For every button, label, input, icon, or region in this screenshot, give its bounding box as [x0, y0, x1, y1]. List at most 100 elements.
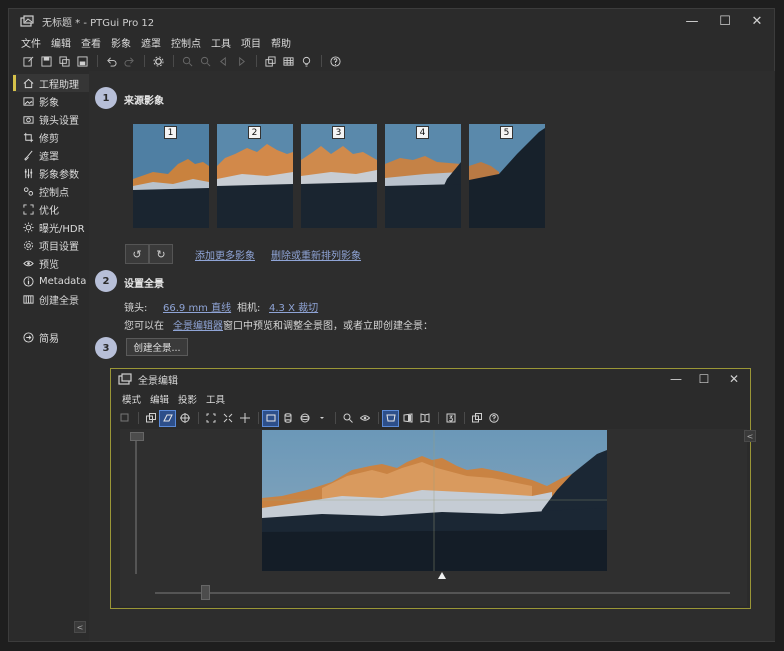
- sidebar-item-images[interactable]: 影象: [13, 92, 89, 110]
- create-panorama-button[interactable]: 创建全景...: [126, 338, 188, 356]
- help-icon[interactable]: [327, 53, 343, 69]
- editor-title: 全景编辑: [138, 375, 178, 387]
- menu-edit[interactable]: 编辑: [51, 35, 71, 50]
- window-icon[interactable]: [469, 411, 484, 426]
- editor-menu-tools[interactable]: 工具: [206, 392, 225, 406]
- sliders-icon: [23, 168, 34, 179]
- eye-icon[interactable]: [357, 411, 372, 426]
- sidebar-item-lens-settings[interactable]: 镜头设置: [13, 110, 89, 128]
- camera-value-link[interactable]: 4.3 X 裁切: [269, 299, 318, 314]
- sidebar-item-project-assistant[interactable]: 工程助理: [13, 74, 89, 92]
- editor-menu-mode[interactable]: 模式: [122, 392, 141, 406]
- panorama-preview-image[interactable]: [262, 430, 607, 571]
- toolbar-separator: [173, 55, 174, 67]
- home-icon: [23, 78, 34, 89]
- fit-icon[interactable]: [159, 409, 176, 427]
- thumbnail-image: [217, 124, 293, 228]
- toolbar-separator: [97, 55, 98, 67]
- select-icon[interactable]: [117, 411, 132, 426]
- menu-project[interactable]: 项目: [241, 35, 261, 50]
- sidebar-item-crop[interactable]: 修剪: [13, 128, 89, 146]
- panorama-editor-link[interactable]: 全景编辑器: [173, 317, 223, 332]
- menu-mask[interactable]: 遮罩: [141, 35, 161, 50]
- thumbnail-image: [301, 124, 377, 228]
- redo-icon[interactable]: [121, 53, 137, 69]
- sidebar-item-metadata[interactable]: Metadata: [13, 272, 89, 290]
- prev-icon[interactable]: [215, 53, 231, 69]
- panorama-preview-area[interactable]: <: [120, 429, 756, 606]
- sidebar-item-simple[interactable]: 简易: [13, 328, 89, 346]
- cylinder-icon[interactable]: [280, 411, 295, 426]
- collapse-sidebar-button[interactable]: <: [74, 621, 86, 633]
- projection-flat-icon[interactable]: [382, 409, 399, 427]
- toolbar-separator: [378, 412, 379, 424]
- lens-value-link[interactable]: 66.9 mm 直线: [163, 299, 231, 314]
- sphere-icon[interactable]: [297, 411, 312, 426]
- editor-maximize-button[interactable]: ☐: [689, 369, 719, 389]
- center-icon[interactable]: [177, 411, 192, 426]
- source-image-thumbnail[interactable]: 3: [301, 124, 377, 228]
- rectilinear-icon[interactable]: [262, 409, 279, 427]
- source-image-thumbnail[interactable]: 2: [217, 124, 293, 228]
- source-image-thumbnail[interactable]: 4: [385, 124, 461, 228]
- zoom-in-icon[interactable]: [179, 53, 195, 69]
- next-icon[interactable]: [233, 53, 249, 69]
- menu-images[interactable]: 影象: [111, 35, 131, 50]
- shrink-icon[interactable]: [220, 411, 235, 426]
- vertical-slider-thumb[interactable]: [130, 432, 144, 441]
- sidebar-item-image-parameters[interactable]: 影象参数: [13, 164, 89, 182]
- step-2-badge: 2: [95, 270, 117, 292]
- sidebar-item-create-panorama[interactable]: 创建全景: [13, 290, 89, 308]
- sun-icon: [23, 221, 34, 233]
- menu-tools[interactable]: 工具: [211, 35, 231, 50]
- minimize-button[interactable]: —: [675, 9, 709, 33]
- menu-view[interactable]: 查看: [81, 35, 101, 50]
- panorama-editor-icon[interactable]: [262, 53, 278, 69]
- sidebar-item-optimize[interactable]: 优化: [13, 200, 89, 218]
- undo-icon[interactable]: [103, 53, 119, 69]
- editor-side-panel-button[interactable]: <: [744, 430, 756, 442]
- menu-control-points[interactable]: 控制点: [171, 35, 201, 50]
- help-icon[interactable]: [486, 411, 501, 426]
- zoom-icon[interactable]: [340, 411, 355, 426]
- layers-icon[interactable]: [143, 411, 158, 426]
- editor-close-button[interactable]: ✕: [719, 369, 749, 389]
- dropdown-icon[interactable]: [314, 411, 329, 426]
- source-image-thumbnail[interactable]: 1: [133, 124, 209, 228]
- lightbulb-icon[interactable]: [298, 53, 314, 69]
- maximize-button[interactable]: ☐: [708, 9, 742, 33]
- remove-reorder-images-link[interactable]: 删除或重新排列影象: [271, 247, 361, 262]
- new-project-icon[interactable]: [20, 53, 36, 69]
- rotate-right-button[interactable]: ↻: [149, 244, 173, 264]
- center-marker: [438, 572, 446, 579]
- panorama-editor-window: 全景编辑 — ☐ ✕ 模式 编辑 投影 工具 <: [110, 368, 756, 609]
- sidebar-item-mask[interactable]: 遮罩: [13, 146, 89, 164]
- expand-icon[interactable]: [203, 411, 218, 426]
- editor-menu-projection[interactable]: 投影: [178, 392, 197, 406]
- toolbar-separator: [464, 412, 465, 424]
- editor-menu-edit[interactable]: 编辑: [150, 392, 169, 406]
- close-button[interactable]: ✕: [740, 9, 774, 33]
- table-icon[interactable]: [280, 53, 296, 69]
- sidebar-item-control-points[interactable]: 控制点: [13, 182, 89, 200]
- source-image-thumbnail[interactable]: 5: [469, 124, 545, 228]
- projection-b-icon[interactable]: [417, 411, 432, 426]
- settings-icon[interactable]: [150, 53, 166, 69]
- rotate-left-button[interactable]: ↺: [125, 244, 149, 264]
- projection-a-icon[interactable]: [400, 411, 415, 426]
- add-more-images-link[interactable]: 添加更多影象: [195, 247, 255, 262]
- zoom-out-icon[interactable]: [197, 53, 213, 69]
- editor-minimize-button[interactable]: —: [661, 369, 691, 389]
- sidebar-item-exposure-hdr[interactable]: 曝光/HDR: [13, 218, 89, 236]
- toolbar-separator: [335, 412, 336, 424]
- save-icon[interactable]: [74, 53, 90, 69]
- open-icon[interactable]: [38, 53, 54, 69]
- menu-help[interactable]: 帮助: [271, 35, 291, 50]
- copy-icon[interactable]: [56, 53, 72, 69]
- horizontal-slider-thumb[interactable]: [201, 585, 210, 600]
- sidebar-item-preview[interactable]: 预览: [13, 254, 89, 272]
- menu-file[interactable]: 文件: [21, 35, 41, 50]
- sidebar-item-project-settings[interactable]: 项目设置: [13, 236, 89, 254]
- three-d-icon[interactable]: [443, 411, 458, 426]
- straighten-icon[interactable]: [237, 411, 252, 426]
